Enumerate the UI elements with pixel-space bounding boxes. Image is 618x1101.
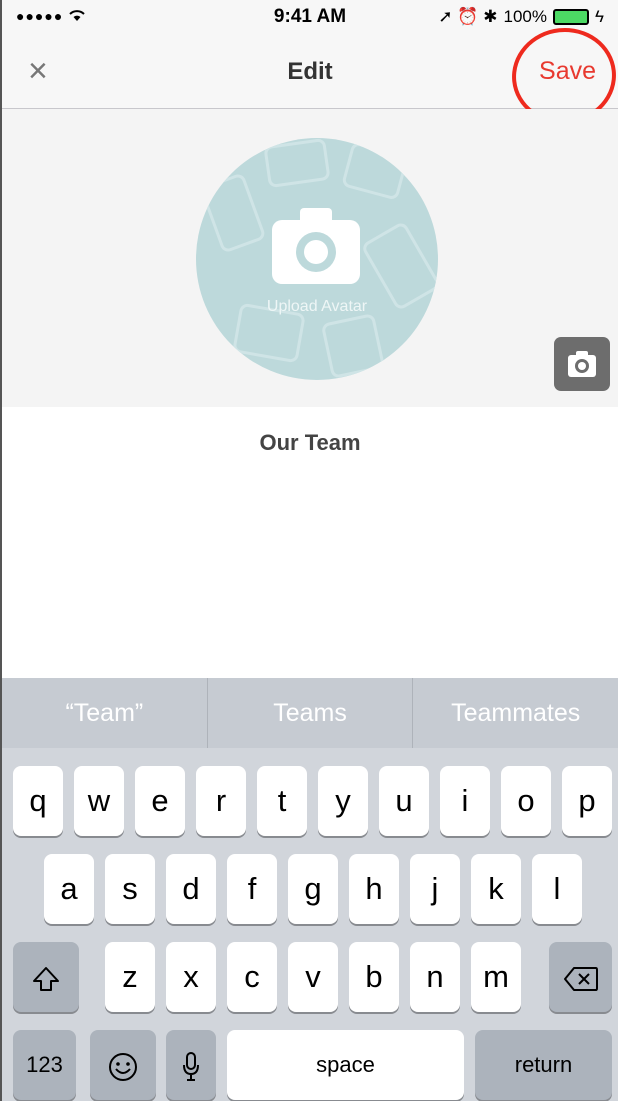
key-z[interactable]: z [105, 942, 155, 1012]
pattern-shape [320, 312, 386, 380]
numbers-key[interactable]: 123 [13, 1030, 76, 1100]
dictation-key[interactable] [166, 1030, 216, 1100]
status-bar: ●●●●● 9:41 AM ➚ ⏰ ✱ 100% ϟ [2, 0, 618, 36]
prediction-item[interactable]: “Team” [2, 678, 208, 748]
prediction-item[interactable]: Teams [208, 678, 414, 748]
emoji-icon [109, 1052, 137, 1081]
status-right: ➚ ⏰ ✱ 100% ϟ [438, 7, 604, 27]
backspace-icon [563, 966, 598, 991]
pattern-shape [263, 138, 331, 189]
key-b[interactable]: b [349, 942, 399, 1012]
key-a[interactable]: a [44, 854, 94, 924]
shift-icon [33, 966, 59, 991]
key-w[interactable]: w [74, 766, 124, 836]
key-u[interactable]: u [379, 766, 429, 836]
key-o[interactable]: o [501, 766, 551, 836]
key-k[interactable]: k [471, 854, 521, 924]
charging-icon: ϟ [595, 7, 604, 26]
change-cover-button[interactable] [554, 337, 610, 391]
camera-icon [568, 351, 596, 377]
key-t[interactable]: t [257, 766, 307, 836]
upload-avatar-label: Upload Avatar [266, 298, 368, 315]
camera-icon [272, 208, 360, 284]
battery-percent: 100% [503, 7, 547, 26]
key-x[interactable]: x [166, 942, 216, 1012]
key-c[interactable]: c [227, 942, 277, 1012]
key-d[interactable]: d [166, 854, 216, 924]
avatar-upload[interactable]: Upload Avatar [196, 138, 438, 380]
emoji-key[interactable] [90, 1030, 156, 1100]
key-q[interactable]: q [13, 766, 63, 836]
key-p[interactable]: p [562, 766, 612, 836]
team-name-field[interactable]: Our Team [2, 430, 618, 456]
key-i[interactable]: i [440, 766, 490, 836]
key-j[interactable]: j [410, 854, 460, 924]
shift-key[interactable] [13, 942, 79, 1012]
key-m[interactable]: m [471, 942, 521, 1012]
status-icons: ➚ ⏰ ✱ [438, 7, 498, 26]
key-s[interactable]: s [105, 854, 155, 924]
key-y[interactable]: y [318, 766, 368, 836]
key-f[interactable]: f [227, 854, 277, 924]
key-l[interactable]: l [532, 854, 582, 924]
key-h[interactable]: h [349, 854, 399, 924]
pattern-shape [199, 172, 267, 254]
microphone-icon [183, 1051, 199, 1081]
key-v[interactable]: v [288, 942, 338, 1012]
keyboard: “Team” Teams Teammates q w e r t y u i o… [2, 678, 618, 1101]
space-key[interactable]: space [227, 1030, 464, 1100]
prediction-bar: “Team” Teams Teammates [2, 678, 618, 748]
key-r[interactable]: r [196, 766, 246, 836]
return-key[interactable]: return [475, 1030, 612, 1100]
key-g[interactable]: g [288, 854, 338, 924]
delete-key[interactable] [549, 942, 612, 1012]
key-e[interactable]: e [135, 766, 185, 836]
prediction-item[interactable]: Teammates [413, 678, 618, 748]
key-n[interactable]: n [410, 942, 460, 1012]
phone-screen: ●●●●● 9:41 AM ➚ ⏰ ✱ 100% ϟ × Edit Save U… [0, 0, 618, 1101]
battery-icon [553, 9, 589, 25]
